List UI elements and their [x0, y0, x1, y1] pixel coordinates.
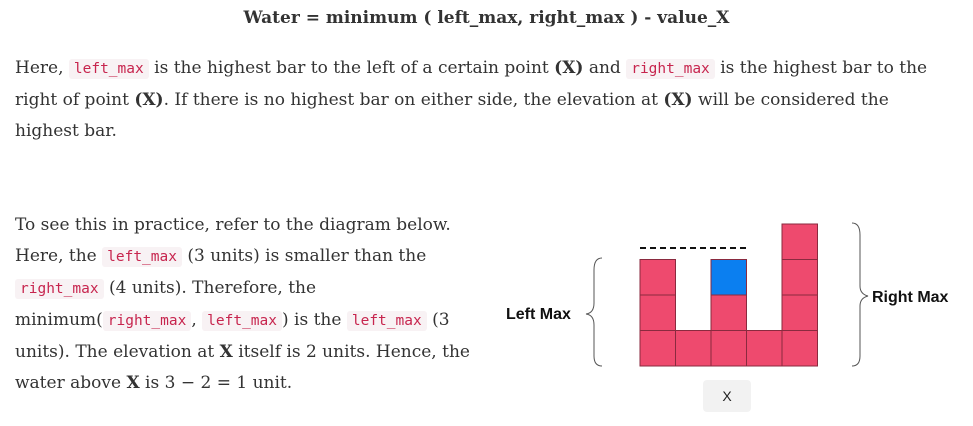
- bar-unit-col-1: [639, 294, 676, 331]
- point-x-label: X: [703, 380, 751, 412]
- inline-code-left-max: left_max: [202, 311, 282, 331]
- bar-unit-col-5: [781, 259, 818, 296]
- left-brace: [585, 257, 603, 367]
- inline-code-left-max: left_max: [102, 247, 182, 267]
- bar-unit-col-3: [710, 294, 747, 331]
- inline-code-left-max: left_max: [346, 311, 427, 331]
- inline-code-left-max: left_max: [68, 59, 149, 79]
- bar-unit-col-1: [639, 259, 676, 296]
- left-max-label: Left Max: [506, 306, 571, 323]
- bar-unit-col-5: [781, 294, 818, 331]
- water-unit: [710, 259, 747, 296]
- intro-paragraph: Here, left_max is the highest bar to the…: [15, 58, 928, 141]
- inline-code-right-max: right_max: [15, 279, 104, 299]
- bar-unit-col-5: [781, 330, 818, 367]
- bar-unit-col-5: [781, 223, 818, 260]
- inline-code-right-max: right_max: [626, 59, 715, 79]
- bar-unit-col-4: [746, 330, 783, 367]
- bar-unit-col-1: [639, 330, 676, 367]
- formula-title: Water = minimum ( left_max, right_max ) …: [243, 8, 730, 28]
- explanation-paragraph: To see this in practice, refer to the di…: [15, 215, 470, 393]
- elevation-diagram-svg: Left Max Right Max: [506, 222, 949, 367]
- elevation-bars: [639, 223, 818, 367]
- trapping-rain-water-diagram: Left Max Right Max X: [490, 210, 970, 420]
- right-max-label: Right Max: [872, 289, 949, 306]
- bar-unit-col-3: [710, 330, 747, 367]
- inline-code-right-max: right_max: [102, 311, 192, 331]
- right-brace: [851, 222, 869, 367]
- bar-unit-col-2: [675, 330, 712, 367]
